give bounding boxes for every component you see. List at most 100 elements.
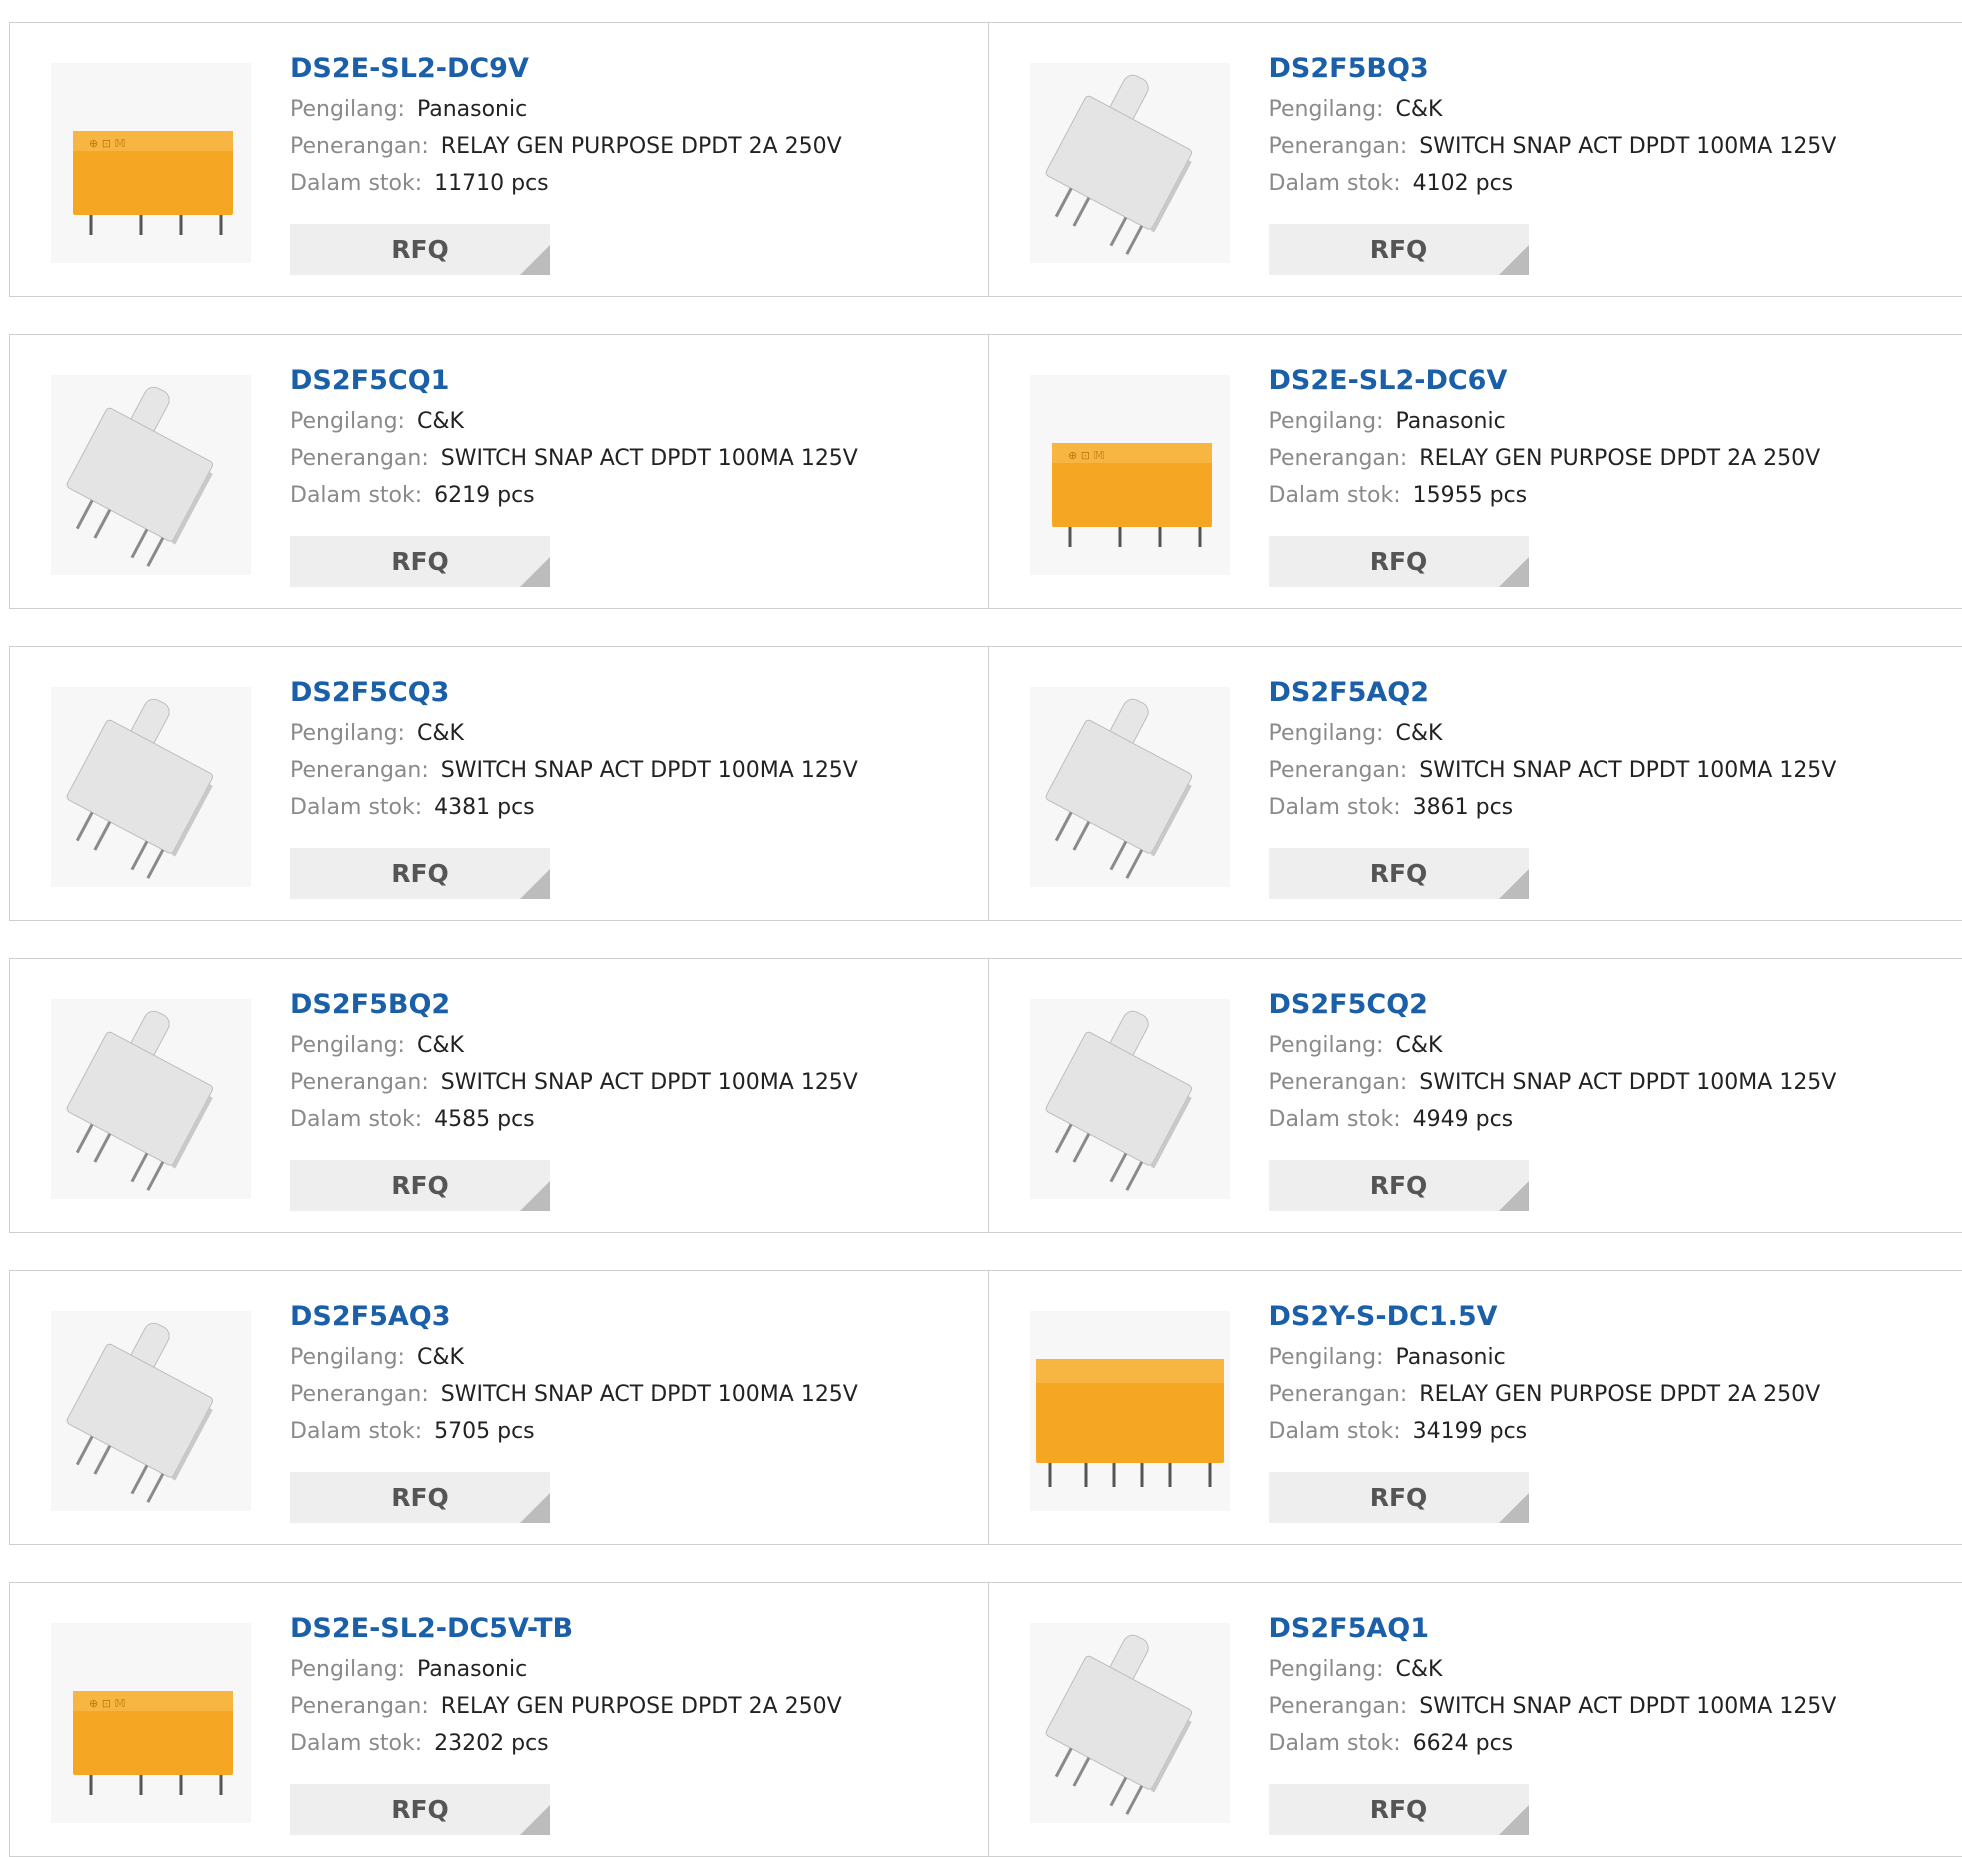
stock-value: 5705 pcs: [434, 1419, 535, 1444]
svg-text:⊕ ⊡ 𝕄: ⊕ ⊡ 𝕄: [89, 1697, 126, 1710]
snap-switch-icon: [1030, 999, 1230, 1199]
stock-value: 6624 pcs: [1413, 1731, 1514, 1756]
rfq-button[interactable]: RFQ: [1269, 848, 1529, 899]
description-label: Penerangan:: [1269, 446, 1408, 471]
product-image[interactable]: [51, 1311, 251, 1511]
part-number-link[interactable]: DS2F5CQ2: [1269, 987, 1428, 1023]
product-image[interactable]: [1030, 1311, 1230, 1511]
description-value: SWITCH SNAP ACT DPDT 100MA 125V: [1419, 758, 1836, 783]
part-number-link[interactable]: DS2Y-S-DC1.5V: [1269, 1299, 1498, 1335]
rfq-label: RFQ: [1370, 547, 1428, 576]
rfq-button[interactable]: RFQ: [1269, 1784, 1529, 1835]
description-line: Penerangan:SWITCH SNAP ACT DPDT 100MA 12…: [290, 440, 858, 477]
corner-triangle-icon: [520, 1181, 550, 1211]
part-number-link[interactable]: DS2F5CQ3: [290, 675, 449, 711]
description-value: SWITCH SNAP ACT DPDT 100MA 125V: [1419, 1694, 1836, 1719]
manufacturer-value: C&K: [1395, 97, 1442, 122]
product-image[interactable]: [1030, 1623, 1230, 1823]
part-number-link[interactable]: DS2E-SL2-DC9V: [290, 51, 529, 87]
manufacturer-label: Pengilang:: [1269, 1657, 1384, 1682]
stock-value: 4949 pcs: [1413, 1107, 1514, 1132]
description-label: Penerangan:: [290, 1070, 429, 1095]
rfq-button[interactable]: RFQ: [290, 848, 550, 899]
stock-label: Dalam stok:: [1269, 795, 1401, 820]
product-image[interactable]: [51, 687, 251, 887]
manufacturer-line: Pengilang:C&K: [1269, 1027, 1837, 1064]
manufacturer-label: Pengilang:: [1269, 1345, 1384, 1370]
stock-value: 6219 pcs: [434, 483, 535, 508]
snap-switch-icon: [51, 1311, 251, 1511]
manufacturer-label: Pengilang:: [290, 721, 405, 746]
rfq-button[interactable]: RFQ: [1269, 536, 1529, 587]
description-label: Penerangan:: [1269, 1382, 1408, 1407]
rfq-label: RFQ: [1370, 859, 1428, 888]
description-label: Penerangan:: [290, 446, 429, 471]
stock-line: Dalam stok: 5705 pcs: [290, 1413, 858, 1450]
stock-label: Dalam stok:: [290, 1419, 422, 1444]
rfq-button[interactable]: RFQ: [290, 224, 550, 275]
stock-line: Dalam stok:34199 pcs: [1269, 1413, 1821, 1450]
relay-icon: ⊕ ⊡ 𝕄: [1030, 375, 1230, 575]
product-image[interactable]: [51, 375, 251, 575]
rfq-button[interactable]: RFQ: [290, 1160, 550, 1211]
part-number-link[interactable]: DS2F5AQ1: [1269, 1611, 1430, 1647]
product-card: DS2Y-S-DC1.5V Pengilang: Panasonic Penera…: [988, 1271, 1962, 1544]
manufacturer-label: Pengilang:: [290, 1657, 405, 1682]
product-image[interactable]: [51, 999, 251, 1199]
rfq-label: RFQ: [391, 235, 449, 264]
rfq-label: RFQ: [391, 547, 449, 576]
part-number-link[interactable]: DS2F5AQ3: [290, 1299, 451, 1335]
part-number-link[interactable]: DS2F5CQ1: [290, 363, 449, 399]
product-image[interactable]: ⊕ ⊡ 𝕄: [51, 63, 251, 263]
rfq-button[interactable]: RFQ: [290, 1472, 550, 1523]
stock-value: 4585 pcs: [434, 1107, 535, 1132]
part-number-link[interactable]: DS2F5BQ3: [1269, 51, 1429, 87]
stock-line: Dalam stok: 11710 pcs: [290, 165, 842, 202]
stock-label: Dalam stok:: [1269, 171, 1401, 196]
stock-line: Dalam stok:4585 pcs: [290, 1101, 858, 1138]
product-image[interactable]: [1030, 63, 1230, 263]
stock-label: Dalam stok:: [290, 1731, 422, 1756]
stock-line: Dalam stok:23202 pcs: [290, 1725, 842, 1762]
part-number-link[interactable]: DS2F5AQ2: [1269, 675, 1430, 711]
product-image[interactable]: ⊕ ⊡ 𝕄: [1030, 375, 1230, 575]
manufacturer-value: C&K: [1395, 721, 1442, 746]
product-card: ⊕ ⊡ 𝕄 DS2E-SL2-DC5V-TB Pengilang:Panason…: [10, 1583, 988, 1856]
product-row: ⊕ ⊡ 𝕄 DS2E-SL2-DC5V-TB Pengilang:Panason…: [9, 1582, 1962, 1857]
description-label: Penerangan:: [1269, 1694, 1408, 1719]
stock-value: 11710 pcs: [434, 171, 549, 196]
manufacturer-line: Pengilang:C&K: [290, 1339, 858, 1376]
description-label: Penerangan:: [290, 134, 429, 159]
description-value: SWITCH SNAP ACT DPDT 100MA 125V: [441, 1382, 858, 1407]
corner-triangle-icon: [1499, 1493, 1529, 1523]
rfq-label: RFQ: [391, 1171, 449, 1200]
snap-switch-icon: [51, 375, 251, 575]
product-image[interactable]: [1030, 687, 1230, 887]
corner-triangle-icon: [520, 557, 550, 587]
description-line: Penerangan:RELAY GEN PURPOSE DPDT 2A 250…: [1269, 1376, 1821, 1413]
manufacturer-line: Pengilang:C&K: [290, 715, 858, 752]
part-number-link[interactable]: DS2E-SL2-DC6V: [1269, 363, 1508, 399]
product-image[interactable]: ⊕ ⊡ 𝕄: [51, 1623, 251, 1823]
description-line: Penerangan: SWITCH SNAP ACT DPDT 100MA 12…: [1269, 1688, 1837, 1725]
manufacturer-label: Pengilang:: [290, 409, 405, 434]
manufacturer-label: Pengilang:: [290, 1345, 405, 1370]
rfq-button[interactable]: RFQ: [1269, 1160, 1529, 1211]
part-number-link[interactable]: DS2E-SL2-DC5V-TB: [290, 1611, 573, 1647]
rfq-button[interactable]: RFQ: [1269, 1472, 1529, 1523]
manufacturer-label: Pengilang:: [1269, 409, 1384, 434]
description-value: RELAY GEN PURPOSE DPDT 2A 250V: [441, 1694, 842, 1719]
relay-icon: [1030, 1311, 1230, 1511]
part-number-link[interactable]: DS2F5BQ2: [290, 987, 450, 1023]
rfq-button[interactable]: RFQ: [290, 536, 550, 587]
manufacturer-line: Pengilang:Panasonic: [290, 1651, 842, 1688]
manufacturer-label: Pengilang:: [1269, 1033, 1384, 1058]
stock-label: Dalam stok:: [290, 171, 422, 196]
description-line: Penerangan:SWITCH SNAP ACT DPDT 100MA 12…: [290, 1376, 858, 1413]
manufacturer-value: Panasonic: [1395, 1345, 1505, 1370]
product-row: DS2F5CQ3 Pengilang:C&K Penerangan:SWITCH…: [9, 646, 1962, 921]
product-image[interactable]: [1030, 999, 1230, 1199]
rfq-button[interactable]: RFQ: [290, 1784, 550, 1835]
description-label: Penerangan:: [1269, 758, 1408, 783]
rfq-button[interactable]: RFQ: [1269, 224, 1529, 275]
